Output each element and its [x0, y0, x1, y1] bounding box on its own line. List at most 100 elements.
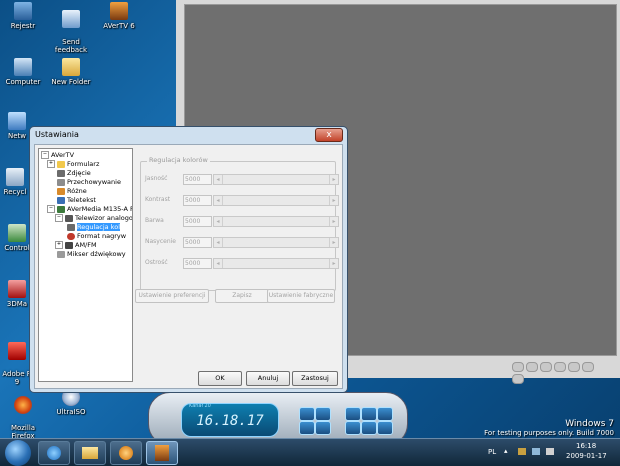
close-button[interactable]: x [315, 128, 343, 142]
desktop-icon-label: Send feedback [54, 38, 88, 54]
slider-value[interactable]: 5000 [183, 195, 212, 206]
brightness-slider[interactable]: ◂ ▸ [213, 174, 339, 185]
storage-icon [57, 178, 65, 186]
left-arrow-icon[interactable]: ◂ [214, 217, 223, 226]
preferences-button[interactable]: Ustawienie preferencji [135, 289, 209, 303]
tray-flag-icon[interactable] [518, 448, 526, 455]
desktop-icon-label: New Folder [51, 78, 91, 86]
tray-volume-icon[interactable] [546, 448, 554, 455]
desktop-icon-label: Recycl [3, 188, 27, 196]
folder-icon [62, 58, 80, 76]
ok-button[interactable]: OK [198, 371, 242, 386]
snapshot-button[interactable] [315, 421, 331, 435]
taskbar-media-button[interactable] [110, 441, 142, 465]
tree-item-avertv[interactable]: − AVerTV [41, 151, 74, 160]
volume-button[interactable] [315, 407, 331, 421]
saturation-slider[interactable]: ◂ ▸ [213, 237, 339, 248]
group-title: Regulacja kolorów [147, 156, 210, 164]
tree-item-rozne[interactable]: Różne [57, 187, 87, 196]
hue-slider[interactable]: ◂ ▸ [213, 216, 339, 227]
recycle-bin-icon [6, 168, 24, 186]
apply-button[interactable]: Zastosuj [292, 371, 338, 386]
expand-icon[interactable]: + [55, 241, 63, 249]
mode-button[interactable] [345, 407, 361, 421]
desktop-icon-send-feedback[interactable]: Send feedback [48, 2, 94, 54]
tree-item-przechowywanie[interactable]: Przechowywanie [57, 178, 121, 187]
slider-value[interactable]: 5000 [183, 216, 212, 227]
mode-button[interactable] [361, 407, 377, 421]
tree-item-amfm[interactable]: + AM/FM [55, 241, 97, 250]
mode-button[interactable] [345, 421, 361, 435]
record-button[interactable] [299, 421, 315, 435]
player-control-button[interactable] [582, 362, 594, 372]
clock-time[interactable]: 16:18 [576, 442, 596, 450]
color-adjust-icon [67, 223, 75, 231]
sharpness-slider[interactable]: ◂ ▸ [213, 258, 339, 269]
player-control-button[interactable] [512, 362, 524, 372]
right-arrow-icon[interactable]: ▸ [329, 175, 338, 184]
right-arrow-icon[interactable]: ▸ [329, 217, 338, 226]
player-control-button[interactable] [554, 362, 566, 372]
tray-arrow-icon[interactable]: ▴ [504, 447, 508, 455]
left-arrow-icon[interactable]: ◂ [214, 238, 223, 247]
slider-value[interactable]: 5000 [183, 174, 212, 185]
misc-icon [57, 187, 65, 195]
slider-value[interactable]: 5000 [183, 237, 212, 248]
tree-item-label: Teletekst [67, 196, 96, 204]
tree-item-avermedia[interactable]: − AVerMedia M135-A PC [47, 205, 132, 214]
taskbar-avertv-button[interactable] [146, 441, 178, 465]
player-control-button[interactable] [540, 362, 552, 372]
taskbar-ie-button[interactable] [38, 441, 70, 465]
tree-item-label: Format nagryw [77, 232, 127, 240]
tree-item-format[interactable]: Format nagryw [67, 232, 126, 241]
tray-network-icon[interactable] [532, 448, 540, 455]
tree-item-telewizor[interactable]: − Telewizor analogo [55, 214, 132, 223]
3dmark-icon [8, 280, 26, 298]
expand-icon[interactable]: + [47, 160, 55, 168]
collapse-icon[interactable]: − [41, 151, 49, 159]
language-indicator[interactable]: PL [488, 448, 496, 456]
desktop-icon-rejestr[interactable]: Rejestr [0, 2, 46, 30]
right-arrow-icon[interactable]: ▸ [329, 259, 338, 268]
right-arrow-icon[interactable]: ▸ [329, 196, 338, 205]
mode-button[interactable] [377, 407, 393, 421]
save-button[interactable]: Zapisz [215, 289, 269, 303]
watermark-title: Windows 7 [565, 419, 614, 429]
settings-content: Regulacja kolorów Jasność 5000 ◂ ▸ Kontra… [135, 149, 339, 359]
player-control-button[interactable] [526, 362, 538, 372]
tree-item-zdjecie[interactable]: Zdjęcie [57, 169, 91, 178]
tree-item-mikser[interactable]: Mikser dźwiękowy [57, 250, 126, 259]
cancel-button[interactable]: Anuluj [246, 371, 290, 386]
left-arrow-icon[interactable]: ◂ [214, 175, 223, 184]
mode-button[interactable] [361, 421, 377, 435]
slider-label: Kontrast [145, 196, 171, 203]
collapse-icon[interactable]: − [47, 205, 55, 213]
desktop-icon-computer[interactable]: Computer [0, 58, 46, 86]
start-button[interactable] [5, 440, 31, 466]
right-arrow-icon[interactable]: ▸ [329, 238, 338, 247]
tree-item-regulacja[interactable]: Regulacja kol [67, 223, 121, 232]
slider-label: Nasycenie [145, 238, 176, 245]
settings-dialog: Ustawiania x − AVerTV + Formularz Zdjęcie … [29, 126, 348, 393]
desktop-icon-avertv[interactable]: AVerTV 6 [96, 2, 142, 30]
desktop-icon-new-folder[interactable]: New Folder [48, 58, 94, 86]
slider-value[interactable]: 5000 [183, 258, 212, 269]
watermark-build: For testing purposes only. Build 7000 [484, 429, 614, 437]
player-control-button[interactable] [568, 362, 580, 372]
clock-date[interactable]: 2009-01-17 [566, 452, 607, 460]
factory-settings-button[interactable]: Ustawienie fabryczne [267, 289, 335, 303]
desktop-icon-firefox[interactable]: Mozilla Firefox [0, 388, 46, 440]
left-arrow-icon[interactable]: ◂ [214, 259, 223, 268]
left-arrow-icon[interactable]: ◂ [214, 196, 223, 205]
tree-item-formularz[interactable]: + Formularz [47, 160, 99, 169]
slider-row-hue: Barwa 5000 ◂ ▸ [145, 216, 339, 227]
mute-button[interactable] [299, 407, 315, 421]
taskbar-explorer-button[interactable] [74, 441, 106, 465]
contrast-slider[interactable]: ◂ ▸ [213, 195, 339, 206]
player-control-button[interactable] [512, 374, 524, 384]
mode-button[interactable] [377, 421, 393, 435]
tree-item-teletekst[interactable]: Teletekst [57, 196, 96, 205]
collapse-icon[interactable]: − [55, 214, 63, 222]
settings-tree: − AVerTV + Formularz Zdjęcie Przechowywani… [38, 148, 133, 382]
avertv-icon [155, 445, 169, 461]
